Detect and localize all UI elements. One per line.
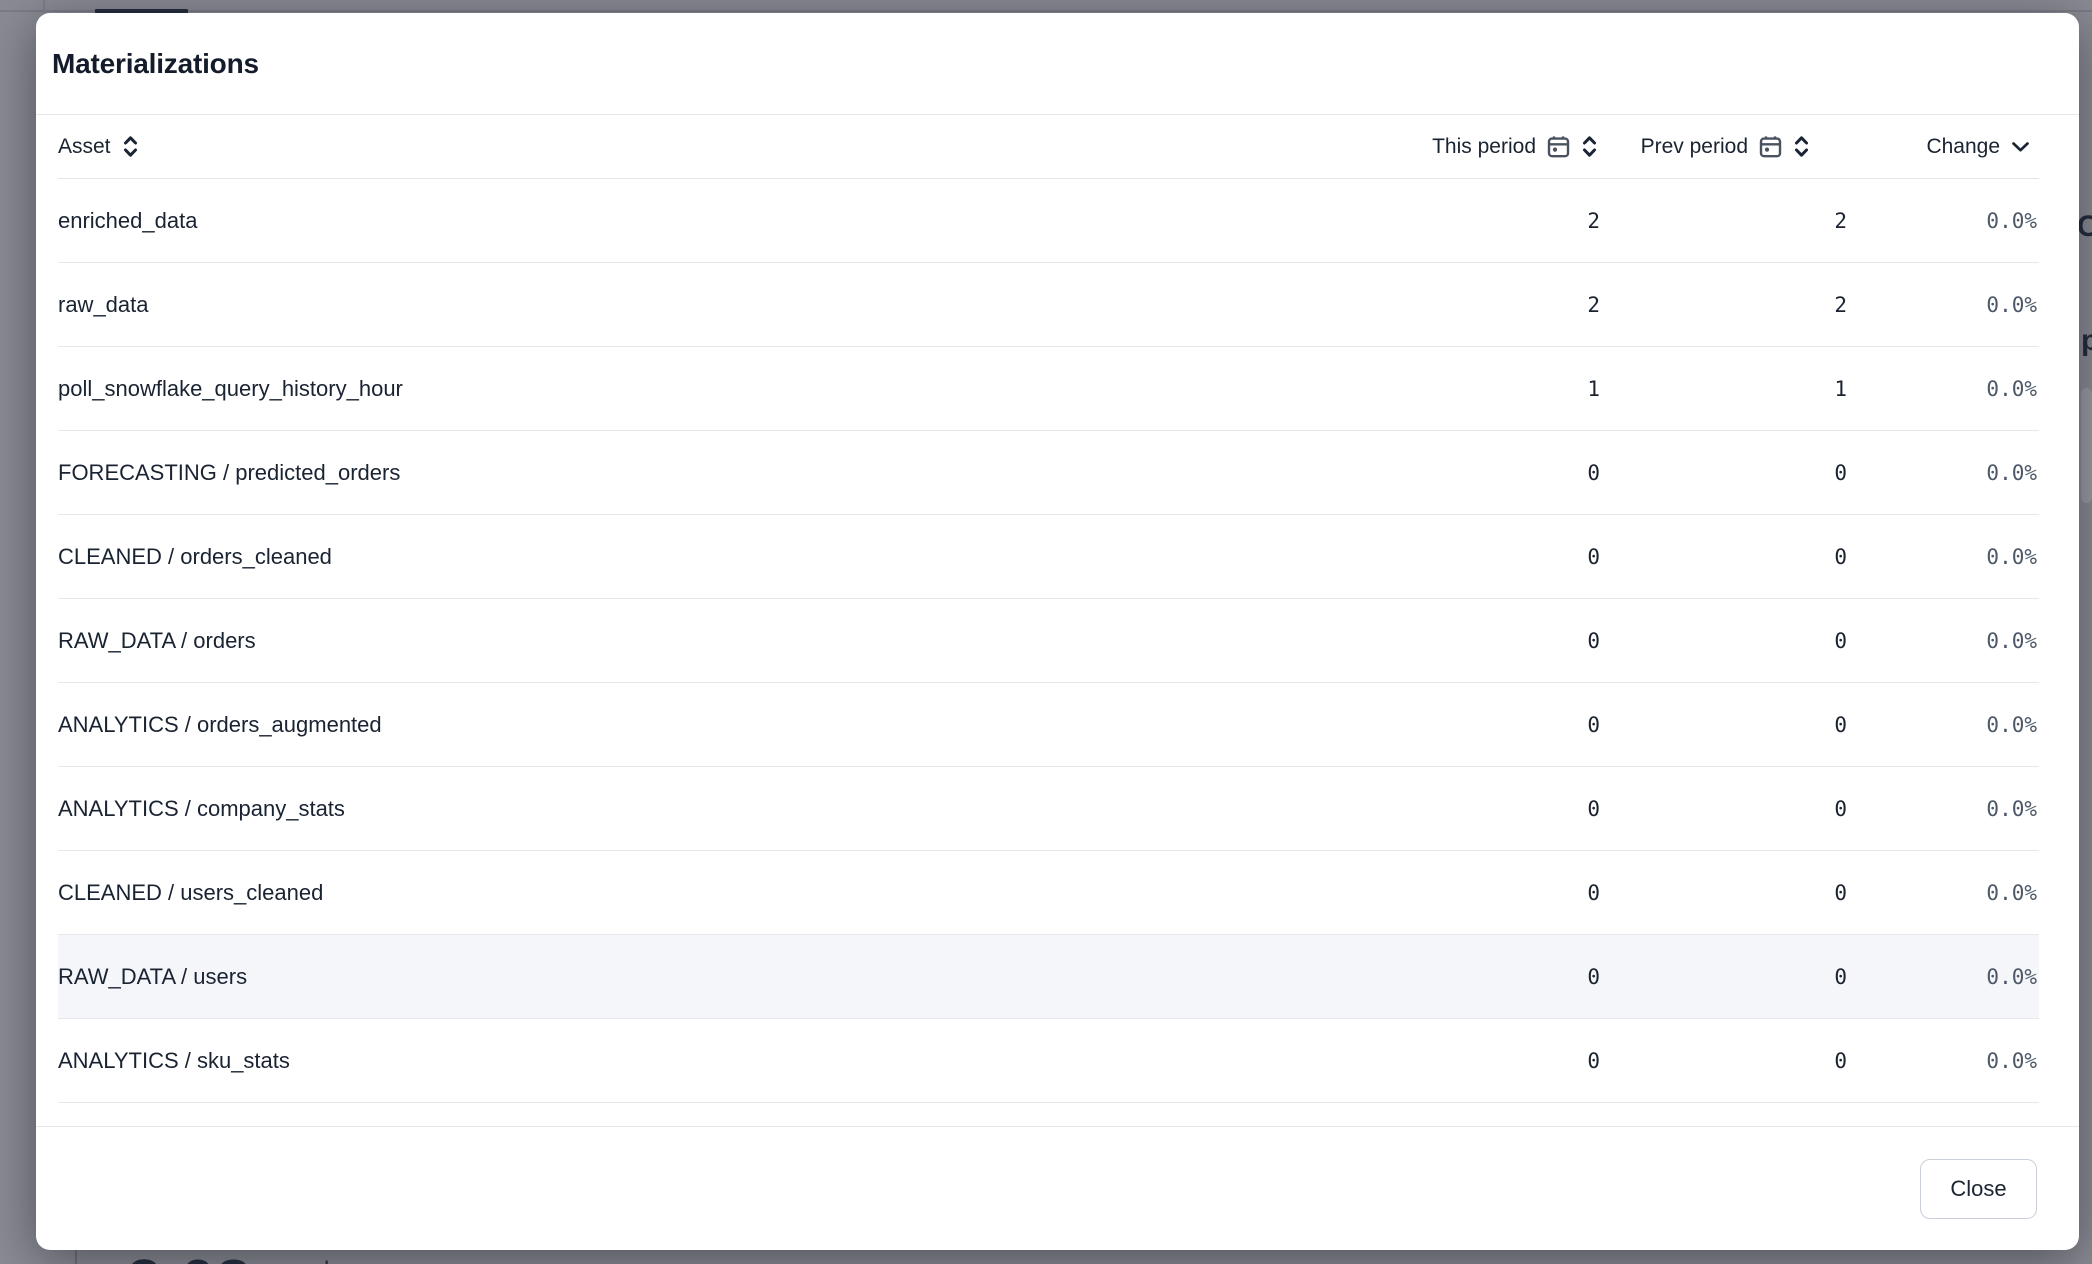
change-cell: 0.0% xyxy=(1849,629,2039,653)
column-header-change[interactable]: Change xyxy=(1849,135,2039,159)
background-panel-border xyxy=(43,0,45,13)
prev-period-cell: 2 xyxy=(1602,293,1849,317)
table-row[interactable]: ANALYTICS / sku_stats 0 0 0.0% xyxy=(58,1019,2039,1103)
modal-title: Materializations xyxy=(52,48,2063,80)
asset-cell: ANALYTICS / orders_augmented xyxy=(58,712,1392,738)
sort-icon[interactable] xyxy=(122,135,139,158)
change-cell: 0.0% xyxy=(1849,713,2039,737)
prev-period-cell: 1 xyxy=(1602,377,1849,401)
background-tabbar-line xyxy=(0,10,2092,12)
sort-icon[interactable] xyxy=(1793,135,1810,158)
asset-cell: CLEANED / users_cleaned xyxy=(58,880,1392,906)
table-row[interactable]: RAW_DATA / users 0 0 0.0% xyxy=(58,935,2039,1019)
background-panel-border-bottom xyxy=(75,1250,77,1264)
table-row[interactable]: poll_snowflake_query_history_hour 1 1 0.… xyxy=(58,347,2039,431)
table-row[interactable]: ANALYTICS / company_stats 0 0 0.0% xyxy=(58,767,2039,851)
asset-cell: poll_snowflake_query_history_hour xyxy=(58,376,1392,402)
change-cell: 0.0% xyxy=(1849,881,2039,905)
change-cell: 0.0% xyxy=(1849,1049,2039,1073)
table-row[interactable]: raw_data 2 2 0.0% xyxy=(58,263,2039,347)
modal-footer: Close xyxy=(36,1126,2079,1250)
background-scrollbar-thumb xyxy=(2081,388,2092,503)
materializations-modal: Materializations Asset This period xyxy=(36,13,2079,1250)
table-row[interactable]: CLEANED / orders_cleaned 0 0 0.0% xyxy=(58,515,2039,599)
change-cell: 0.0% xyxy=(1849,797,2039,821)
this-period-cell: 0 xyxy=(1392,1049,1602,1073)
this-period-cell: 1 xyxy=(1392,377,1602,401)
asset-cell: raw_data xyxy=(58,292,1392,318)
background-clipped-text-top: C xyxy=(2077,212,2092,242)
calendar-icon[interactable] xyxy=(1759,135,1782,158)
prev-period-cell: 2 xyxy=(1602,209,1849,233)
background-clipped-text-bottom: p xyxy=(2081,326,2092,356)
this-period-cell: 0 xyxy=(1392,965,1602,989)
asset-cell: FORECASTING / predicted_orders xyxy=(58,460,1392,486)
column-label-change: Change xyxy=(1926,135,2000,159)
this-period-cell: 2 xyxy=(1392,209,1602,233)
column-label-asset: Asset xyxy=(58,135,111,159)
change-cell: 0.0% xyxy=(1849,209,2039,233)
this-period-cell: 0 xyxy=(1392,881,1602,905)
sort-icon[interactable] xyxy=(1581,135,1598,158)
prev-period-cell: 0 xyxy=(1602,1049,1849,1073)
prev-period-cell: 0 xyxy=(1602,629,1849,653)
table-scroll-area[interactable]: Asset This period xyxy=(36,114,2079,1126)
table-header-row: Asset This period xyxy=(58,115,2039,179)
close-button[interactable]: Close xyxy=(1920,1159,2037,1219)
modal-header: Materializations xyxy=(36,13,2079,114)
asset-cell: RAW_DATA / users xyxy=(58,964,1392,990)
change-cell: 0.0% xyxy=(1849,377,2039,401)
table-row[interactable]: FORECASTING / predicted_orders 0 0 0.0% xyxy=(58,431,2039,515)
calendar-icon[interactable] xyxy=(1547,135,1570,158)
asset-cell: ANALYTICS / company_stats xyxy=(58,796,1392,822)
column-header-this-period[interactable]: This period xyxy=(1392,135,1602,159)
background-metric-value: 3.08 xyxy=(127,1252,252,1264)
this-period-cell: 0 xyxy=(1392,461,1602,485)
table-row[interactable]: enriched_data 2 2 0.0% xyxy=(58,179,2039,263)
asset-cell: ANALYTICS / sku_stats xyxy=(58,1048,1392,1074)
prev-period-cell: 0 xyxy=(1602,965,1849,989)
prev-period-cell: 0 xyxy=(1602,881,1849,905)
prev-period-cell: 0 xyxy=(1602,545,1849,569)
background-metric-unit: seconds xyxy=(252,1259,341,1264)
table-row[interactable]: RAW_DATA / orders 0 0 0.0% xyxy=(58,599,2039,683)
asset-cell: CLEANED / orders_cleaned xyxy=(58,544,1392,570)
change-cell: 0.0% xyxy=(1849,461,2039,485)
change-cell: 0.0% xyxy=(1849,545,2039,569)
this-period-cell: 0 xyxy=(1392,713,1602,737)
chevron-down-icon[interactable] xyxy=(2011,141,2030,153)
this-period-cell: 0 xyxy=(1392,797,1602,821)
column-header-prev-period[interactable]: Prev period xyxy=(1602,135,1849,159)
this-period-cell: 2 xyxy=(1392,293,1602,317)
prev-period-cell: 0 xyxy=(1602,461,1849,485)
table-row[interactable]: CLEANED / users_cleaned 0 0 0.0% xyxy=(58,851,2039,935)
table-row[interactable]: ANALYTICS / orders_augmented 0 0 0.0% xyxy=(58,683,2039,767)
change-cell: 0.0% xyxy=(1849,965,2039,989)
this-period-cell: 0 xyxy=(1392,545,1602,569)
prev-period-cell: 0 xyxy=(1602,797,1849,821)
prev-period-cell: 0 xyxy=(1602,713,1849,737)
column-label-this-period: This period xyxy=(1432,135,1536,159)
table-body: enriched_data 2 2 0.0% raw_data 2 2 0.0%… xyxy=(58,179,2039,1103)
column-label-prev-period: Prev period xyxy=(1641,135,1748,159)
asset-cell: enriched_data xyxy=(58,208,1392,234)
asset-cell: RAW_DATA / orders xyxy=(58,628,1392,654)
this-period-cell: 0 xyxy=(1392,629,1602,653)
change-cell: 0.0% xyxy=(1849,293,2039,317)
column-header-asset[interactable]: Asset xyxy=(58,135,1392,159)
